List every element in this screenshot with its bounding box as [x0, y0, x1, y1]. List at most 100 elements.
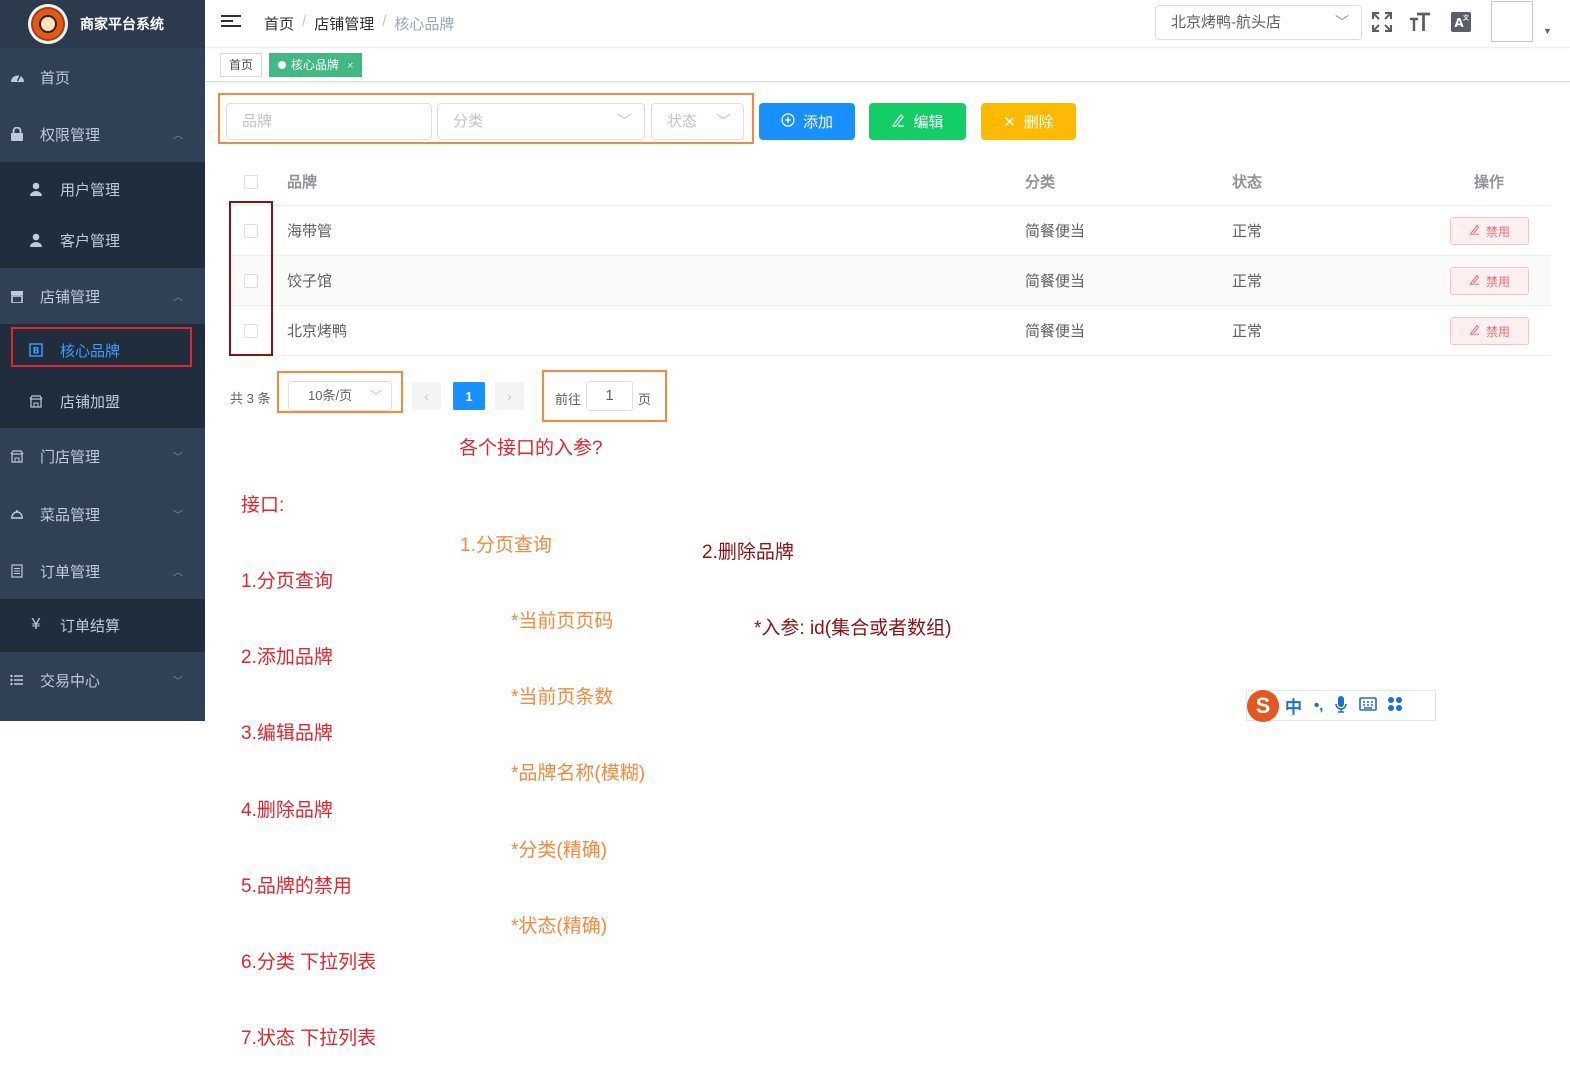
annotation-paging-params: 1.分页查询 *当前页页码 *当前页条数 *品牌名称(模糊) *分类(精确) *…	[460, 482, 645, 965]
breadcrumb-separator: /	[302, 13, 307, 30]
edit-button[interactable]: 编辑	[869, 103, 966, 140]
disable-button[interactable]: 禁用	[1450, 267, 1529, 295]
lock-icon	[9, 127, 25, 141]
chevron-up-icon: ︿	[173, 130, 183, 142]
sidebar-item-dishes[interactable]: 菜品管理 ﹀	[0, 486, 205, 542]
category-select[interactable]: 分类 ﹀	[437, 103, 645, 140]
tag-home[interactable]: 首页	[220, 53, 263, 77]
svg-text:文: 文	[1462, 14, 1470, 22]
sidebar-item-home[interactable]: 首页	[0, 49, 205, 105]
annotation-params-title: 各个接口的入参?	[459, 438, 603, 459]
chevron-down-icon: ﹀	[173, 676, 183, 688]
next-page-button[interactable]: ›	[495, 382, 524, 410]
submenu-permissions: 用户管理 客户管理	[0, 162, 205, 268]
brand-input[interactable]: 品牌	[226, 103, 432, 140]
cell-category: 简餐便当	[1025, 223, 1086, 240]
dashboard-icon	[9, 71, 25, 83]
avatar[interactable]	[1491, 1, 1533, 42]
disable-button-label: 禁用	[1485, 324, 1510, 339]
disable-button[interactable]: 禁用	[1450, 317, 1529, 345]
note-line: 2.添加品牌	[241, 647, 333, 669]
store-select[interactable]: 北京烤鸭-航头店 ﹀	[1155, 5, 1362, 40]
cell-brand: 海带管	[287, 223, 333, 240]
sidebar-item-shops[interactable]: 店铺管理 ︿	[0, 268, 205, 324]
sidebar-item-label: 用户管理	[60, 181, 121, 199]
sidebar-item-customers[interactable]: 客户管理	[0, 215, 205, 265]
chevron-down-icon: ﹀	[173, 452, 183, 464]
ime-punctuation[interactable]: •,	[1314, 697, 1323, 714]
sidebar-item-label: 门店管理	[40, 448, 101, 466]
disable-button[interactable]: 禁用	[1450, 217, 1529, 245]
chevron-up-icon: ︿	[173, 292, 183, 304]
status-select[interactable]: 状态 ﹀	[651, 103, 744, 140]
translate-icon[interactable]: A文	[1450, 11, 1472, 33]
prev-page-button[interactable]: ‹	[412, 382, 441, 410]
note-line: *入参: id(集合或者数组)	[754, 618, 952, 640]
sidebar-item-label: 店铺管理	[40, 288, 101, 306]
breadcrumb-home[interactable]: 首页	[264, 13, 294, 34]
tag-core-brand[interactable]: 核心品牌 ×	[269, 53, 363, 77]
store-select-value: 北京烤鸭-航头店	[1171, 14, 1281, 31]
column-header-action: 操作	[1474, 174, 1505, 191]
chevron-down-icon: ﹀	[369, 389, 382, 403]
ime-mode[interactable]: 中	[1285, 693, 1302, 718]
sidebar-item-label: 菜品管理	[40, 506, 101, 524]
column-header-category: 分类	[1025, 174, 1056, 191]
delete-button[interactable]: ✕ 删除	[981, 103, 1076, 140]
ime-toolbar: S 中 •,	[1246, 689, 1436, 722]
sidebar-item-order-settlement[interactable]: ¥ 订单结算	[0, 600, 205, 650]
pagination-total: 共 3 条	[230, 391, 271, 406]
breadcrumb-shops[interactable]: 店铺管理	[314, 13, 374, 34]
disable-button-label: 禁用	[1485, 224, 1510, 239]
keyboard-icon[interactable]	[1359, 697, 1378, 714]
edit-icon	[1469, 224, 1480, 238]
cell-category: 简餐便当	[1025, 273, 1086, 290]
note-line: 1.分页查询	[241, 571, 333, 593]
select-all-checkbox[interactable]	[244, 158, 258, 205]
hamburger-icon[interactable]	[221, 12, 241, 32]
status-select-placeholder: 状态	[667, 113, 698, 130]
store-icon	[28, 394, 44, 408]
cell-status: 正常	[1232, 273, 1263, 290]
close-icon[interactable]: ×	[347, 60, 353, 72]
yen-icon: ¥	[31, 616, 41, 633]
chevron-left-icon: ‹	[424, 388, 429, 404]
sidebar-item-users[interactable]: 用户管理	[0, 164, 205, 214]
sidebar-item-orders[interactable]: 订单管理 ︿	[0, 543, 205, 599]
font-size-icon[interactable]	[1409, 11, 1431, 33]
sidebar-item-trade-center[interactable]: 交易中心 ﹀	[0, 652, 205, 708]
note-line: *分类(精确)	[511, 839, 608, 861]
list-icon	[9, 564, 25, 578]
tag-label: 核心品牌	[291, 58, 340, 72]
microphone-icon[interactable]	[1335, 695, 1348, 716]
disable-button-label: 禁用	[1485, 274, 1510, 289]
sidebar-item-stores[interactable]: 门店管理 ﹀	[0, 428, 205, 484]
tag-label: 首页	[229, 58, 254, 72]
chevron-down-icon: ﹀	[616, 113, 632, 130]
menu-list-icon	[9, 674, 25, 686]
sidebar-item-permissions[interactable]: 权限管理 ︿	[0, 106, 205, 162]
chevron-down-icon: ﹀	[173, 510, 183, 522]
breadcrumb: 首页 / 店铺管理 / 核心品牌	[264, 13, 454, 34]
table-row: 北京烤鸭 简餐便当 正常 禁用	[229, 306, 1551, 356]
sidebar: 商家平台系统 首页 权限管理 ︿ 用户管理 客户管理 店铺管理 ︿ B 核心品牌…	[0, 0, 205, 721]
note-line: 接口:	[241, 494, 285, 516]
note-line: *状态(精确)	[511, 915, 608, 937]
fullscreen-icon[interactable]	[1371, 11, 1393, 33]
sidebar-item-label: 客户管理	[60, 232, 121, 250]
edit-icon	[891, 113, 905, 131]
note-line: 3.编辑品牌	[241, 723, 333, 745]
sidebar-item-label: 店铺加盟	[60, 393, 121, 411]
caret-down-icon[interactable]: ▼	[1543, 26, 1552, 36]
goto-page-input[interactable]: 1	[586, 381, 633, 411]
edit-icon	[1469, 324, 1480, 338]
cell-status: 正常	[1232, 223, 1263, 240]
store-icon	[9, 449, 25, 463]
page-number-button[interactable]: 1	[453, 382, 485, 410]
sidebar-item-shop-franchise[interactable]: 店铺加盟	[0, 376, 205, 426]
page-size-select[interactable]: 10条/页 ﹀	[288, 381, 392, 411]
add-button[interactable]: 添加	[759, 103, 855, 140]
note-line: 4.删除品牌	[241, 799, 333, 821]
breadcrumb-separator: /	[382, 13, 387, 30]
grid-menu-icon[interactable]	[1387, 696, 1403, 715]
